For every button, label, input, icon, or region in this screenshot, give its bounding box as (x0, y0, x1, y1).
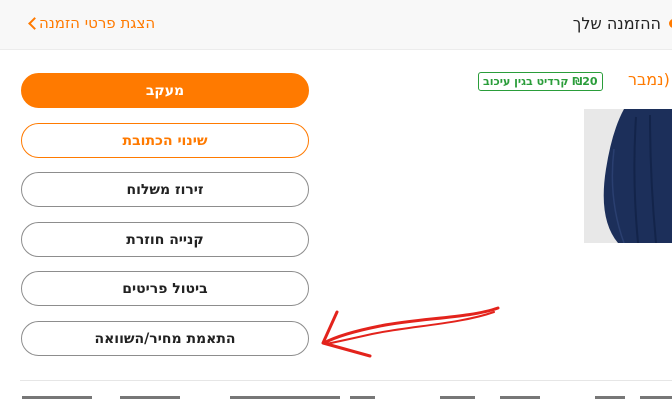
cut-off-text (500, 396, 540, 399)
buy-again-button[interactable]: קנייה חוזרת (21, 222, 309, 257)
delay-credit-badge: ₪20 קרדיט בגין עיכוב (478, 72, 603, 91)
top-bar: הצגת פרטי הזמנה ההזמנה שלך (0, 0, 672, 50)
cut-off-text (595, 396, 625, 399)
order-title-label: ההזמנה שלך (572, 13, 661, 33)
cut-off-text (22, 396, 92, 399)
product-image[interactable] (584, 109, 672, 243)
skirt-image (584, 109, 672, 243)
cut-off-text (350, 396, 375, 399)
view-order-details-link[interactable]: הצגת פרטי הזמנה (22, 12, 155, 34)
back-link-label: הצגת פרטי הזמנה (39, 14, 156, 32)
cut-off-text (120, 396, 180, 399)
order-title: ההזמנה שלך (573, 11, 672, 35)
price-match-button[interactable]: התאמת מחיר/השוואה (21, 321, 309, 356)
expedite-shipping-button[interactable]: זירוז משלוח (21, 172, 309, 207)
cancel-items-button[interactable]: ביטול פריטים (21, 271, 309, 306)
track-button[interactable]: מעקב (21, 73, 309, 108)
divider (20, 380, 672, 381)
order-page: הצגת פרטי הזמנה ההזמנה שלך נמבר) ₪20 קרד… (0, 0, 672, 402)
cut-off-text (440, 396, 475, 399)
change-address-button[interactable]: שינוי הכתובת (21, 123, 309, 158)
product-name[interactable]: נמבר) (628, 70, 670, 89)
cut-off-text (640, 396, 672, 399)
cut-off-text (230, 396, 340, 399)
